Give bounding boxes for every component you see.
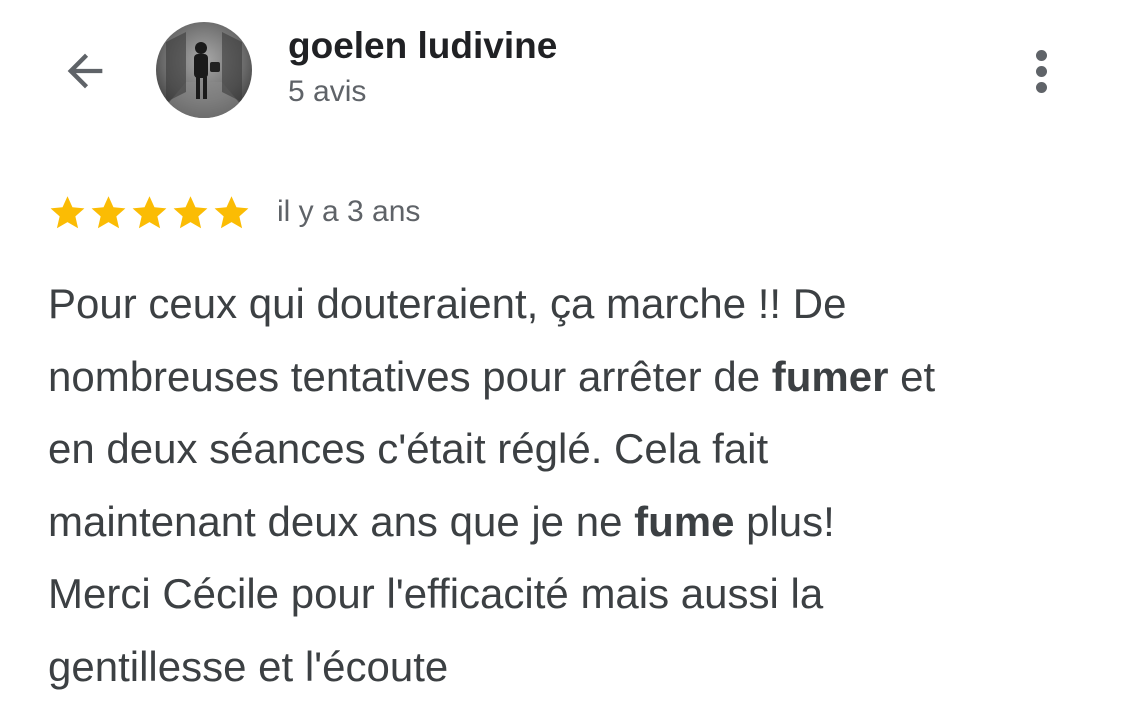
star-rating [47, 192, 252, 233]
avatar[interactable] [156, 22, 252, 118]
more-vert-icon-dot [1035, 81, 1047, 93]
back-button[interactable] [54, 40, 116, 102]
reviewer-name[interactable]: goelen ludivine [288, 24, 557, 68]
review-text-segment: et [888, 352, 936, 400]
star-icon [214, 195, 249, 228]
review-text: Pour ceux qui douteraient, ça marche !! … [48, 268, 1098, 703]
review-text-segment: plus! [734, 497, 835, 545]
arrow-back-icon [67, 53, 103, 89]
review-text-segment: maintenant deux ans que je ne [48, 497, 635, 545]
star-icon [132, 195, 167, 228]
rating-row: il y a 3 ans [47, 190, 420, 234]
review-text-line: nombreuses tentatives pour arrêter de fu… [48, 341, 1098, 414]
review-text-line: Pour ceux qui douteraient, ça marche !! … [48, 268, 1098, 341]
star-icon [50, 195, 85, 228]
review-text-line: Merci Cécile pour l'efficacité mais auss… [48, 558, 1098, 631]
star-icon [173, 195, 208, 228]
review-text-line: en deux séances c'était réglé. Cela fait [48, 413, 1098, 486]
review-text-segment: gentillesse et l'écoute [48, 642, 449, 690]
highlighted-keyword: fume [634, 497, 735, 545]
avatar-photo [156, 22, 252, 118]
more-vert-icon [1035, 49, 1047, 61]
more-vert-icon-dot [1035, 65, 1047, 77]
review-text-segment: Pour ceux qui douteraient, ça marche !! … [48, 280, 847, 327]
reviewer-review-count[interactable]: 5 avis [288, 72, 557, 112]
review-time: il y a 3 ans [277, 195, 421, 228]
review-text-segment: Merci Cécile pour l'efficacité mais auss… [48, 570, 824, 617]
more-options-button[interactable] [1013, 40, 1069, 102]
review-text-line: maintenant deux ans que je ne fume plus! [48, 486, 1098, 559]
star-icon [91, 195, 126, 228]
review-text-segment: nombreuses tentatives pour arrêter de [48, 352, 772, 400]
review-text-line: gentillesse et l'écoute [48, 631, 1098, 704]
review-text-segment: en deux séances c'était réglé. Cela fait [48, 425, 769, 472]
highlighted-keyword: fumer [771, 352, 889, 400]
